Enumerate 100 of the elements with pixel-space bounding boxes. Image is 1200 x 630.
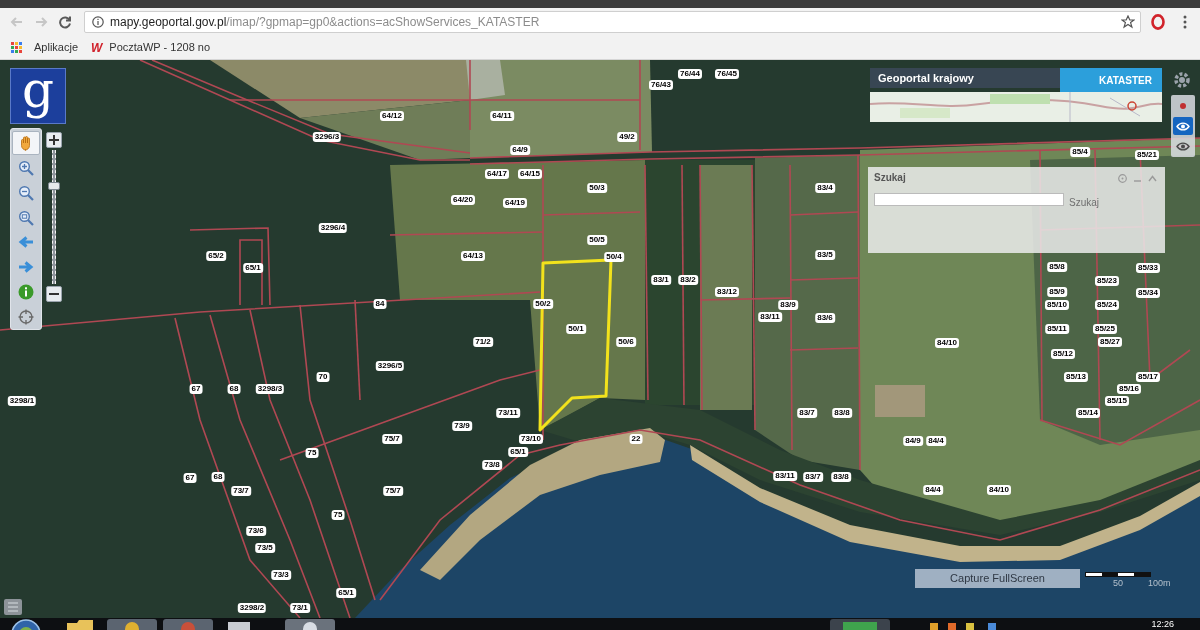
parcel-label: 85/14: [1076, 408, 1100, 418]
menu-icon[interactable]: [1183, 15, 1187, 29]
parcel-label: 83/11: [773, 471, 797, 481]
parcel-label: 75: [305, 448, 319, 458]
parcel-label: 84/4: [926, 436, 946, 446]
zoom-in-button[interactable]: [46, 132, 62, 148]
zoom-in-icon: [18, 159, 34, 176]
geoportal-logo[interactable]: g: [10, 68, 66, 124]
taskbar-button[interactable]: [830, 619, 890, 630]
scale-label: 50: [1113, 579, 1123, 588]
parcel-label: 3296/4: [318, 223, 348, 233]
parcel-label: 76/43: [649, 80, 673, 90]
parcel-label: 85/33: [1136, 263, 1160, 273]
tile-icon[interactable]: [4, 599, 22, 615]
parcel-label: 85/8: [1047, 262, 1067, 272]
parcel-label: 83/11: [758, 312, 782, 322]
parcel-label: 84/10: [935, 338, 959, 348]
parcel-label: 75: [331, 510, 345, 520]
panel-title: Szukaj: [874, 173, 906, 183]
clock: 12:26: [1151, 618, 1174, 630]
parcel-label: 76/44: [678, 69, 702, 79]
bookmark-link[interactable]: Aplikacje: [11, 37, 79, 58]
parcel-label: 83/6: [815, 313, 835, 323]
parcel-label: 85/17: [1136, 372, 1160, 382]
parcel-label: 65/2: [206, 251, 226, 261]
parcel-label: 65/1: [508, 447, 528, 457]
gear-icon[interactable]: [1172, 70, 1192, 90]
parcel-label: 50/6: [616, 337, 636, 347]
capture-button[interactable]: Capture FullScreen: [915, 569, 1080, 588]
parcel-label: 85/34: [1136, 288, 1160, 298]
taskbar-button[interactable]: [285, 619, 335, 630]
parcel-label: 64/15: [518, 169, 542, 179]
bookmark-link[interactable]: W PocztaWP - 1208 no: [91, 37, 211, 58]
info-icon: [18, 284, 34, 301]
parcel-label: 68: [211, 472, 225, 482]
parcel-label: 85/24: [1095, 300, 1119, 310]
zoom-slider-track[interactable]: [48, 150, 60, 284]
parcel-label: 65/1: [336, 588, 356, 598]
parcel-label: 85/16: [1117, 384, 1141, 394]
parcel-label: 85/21: [1135, 150, 1159, 160]
parcel-label: 64/11: [490, 111, 514, 121]
layer-toggle-button[interactable]: [1173, 117, 1193, 135]
parcel-label: 50/3: [587, 183, 607, 193]
parcel-label: 50/2: [533, 299, 553, 309]
arrow-left-icon: [18, 235, 34, 250]
parcel-label: 67: [189, 384, 203, 394]
start-orb-icon[interactable]: [11, 619, 41, 630]
parcel-label: 85/15: [1105, 396, 1129, 406]
parcel-label: 76/45: [715, 69, 739, 79]
parcel-label: 65/1: [243, 263, 263, 273]
square-icon: [843, 622, 877, 630]
parcel-label: 85/12: [1051, 349, 1075, 359]
star-icon[interactable]: [1121, 15, 1135, 29]
parcel-label: 75/7: [383, 486, 403, 496]
url-text: mapy.geoportal.gov.pl/imap/?gpmap=gp0&actions=acShowServices_KATASTER: [110, 16, 540, 28]
parcel-label: 3298/3: [255, 384, 285, 394]
parcel-label: 64/9: [510, 145, 530, 155]
parcel-label: 84: [373, 299, 387, 309]
zoom-out-button[interactable]: [46, 286, 62, 302]
eye-icon: [1176, 121, 1190, 131]
zoom-slider-thumb[interactable]: [48, 181, 60, 190]
parcel-label: 3298/2: [237, 603, 267, 613]
letter-logo: W: [91, 41, 103, 54]
parcel-label: 73/6: [246, 526, 266, 536]
parcel-label: 85/4: [1070, 147, 1090, 157]
parcel-label: 85/13: [1064, 372, 1088, 382]
dot-icon: [1180, 103, 1186, 109]
help-icon[interactable]: [1118, 173, 1127, 183]
search-button[interactable]: Szukaj: [1067, 198, 1101, 208]
parcel-label: 83/1: [651, 275, 671, 285]
parcel-label: 73/1: [290, 603, 310, 613]
arrow-right-icon: [18, 260, 34, 275]
portal-title: Geoportal krajowy: [870, 68, 1060, 88]
parcel-label: 68: [227, 384, 241, 394]
taskbar-button[interactable]: [107, 619, 157, 630]
parcel-label: 67: [183, 473, 197, 483]
parcel-label: 85/9: [1047, 287, 1067, 297]
scale-label: 100m: [1148, 579, 1171, 588]
parcel-label: 85/27: [1098, 337, 1122, 347]
ring-icon[interactable]: [1151, 14, 1165, 30]
parcel-label: 83/2: [678, 275, 698, 285]
pan-button[interactable]: [12, 131, 40, 155]
caret-up-icon[interactable]: [1148, 173, 1157, 183]
parcel-label: 83/4: [815, 183, 835, 193]
parcel-label: 22: [629, 434, 643, 444]
parcel-label: 83/8: [831, 472, 851, 482]
search-field[interactable]: [874, 193, 1064, 206]
parcel-label: 49/2: [617, 132, 637, 142]
parcel-label: 83/7: [797, 408, 817, 418]
info-icon[interactable]: [92, 16, 104, 28]
parcel-label: 83/12: [715, 287, 739, 297]
parcel-label: 83/5: [815, 250, 835, 260]
address-bar[interactable]: mapy.geoportal.gov.pl/imap/?gpmap=gp0&actions=acShowServices_KATASTER: [84, 11, 1141, 33]
parcel-label: 85/25: [1093, 324, 1117, 334]
zoom-out-icon: [18, 184, 34, 201]
parcel-label: 73/5: [255, 543, 275, 553]
parcel-label: 64/20: [451, 195, 475, 205]
parcel-label: 73/7: [231, 486, 251, 496]
parcel-label: 75/7: [382, 434, 402, 444]
folder-icon[interactable]: [67, 620, 93, 630]
